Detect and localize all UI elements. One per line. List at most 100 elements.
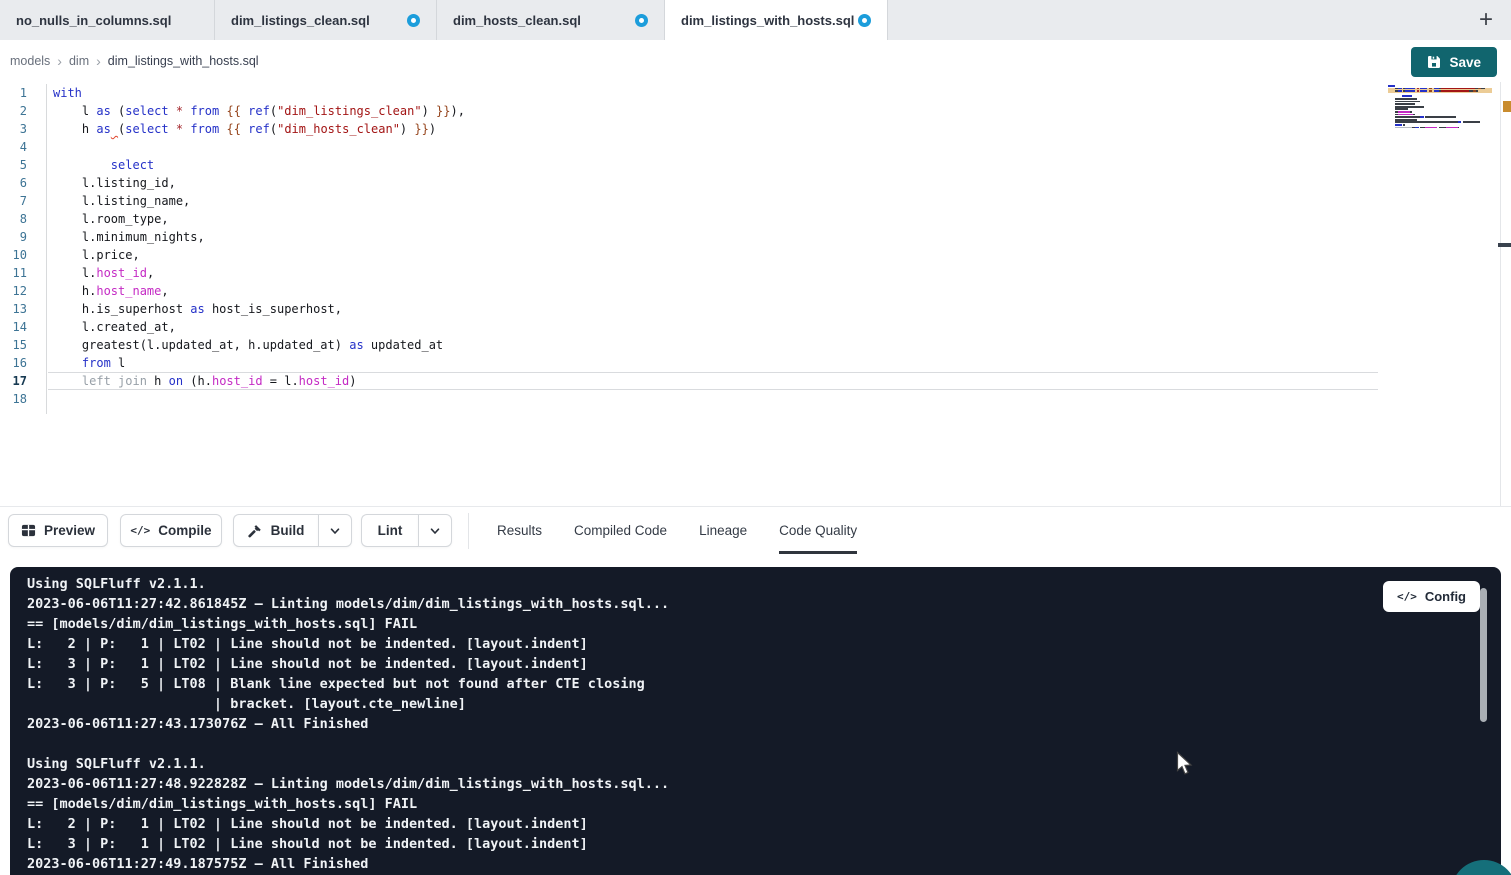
code-line[interactable]: l.created_at,	[53, 318, 1381, 336]
line-number: 8	[0, 210, 46, 228]
terminal-line: Using SQLFluff v2.1.1.	[27, 574, 1501, 594]
breadcrumb-chevron-icon: ›	[57, 53, 62, 69]
terminal-line: L: 3 | P: 1 | LT02 | Line should not be …	[27, 654, 1501, 674]
line-number: 18	[0, 390, 46, 408]
code-line[interactable]: h as (select * from {{ ref("dim_hosts_cl…	[53, 120, 1381, 138]
line-number: 12	[0, 282, 46, 300]
code-brackets-icon: </>	[1397, 590, 1417, 603]
file-tab[interactable]: dim_listings_clean.sql	[215, 0, 437, 40]
tab-label: dim_listings_with_hosts.sql	[681, 13, 854, 28]
breadcrumb-bar: models › dim › dim_listings_with_hosts.sql S…	[0, 40, 1511, 82]
save-button[interactable]: Save	[1411, 47, 1497, 77]
terminal-line: L: 3 | P: 5 | LT08 | Blank line expected…	[27, 674, 1501, 694]
line-number: 4	[0, 138, 46, 156]
code-brackets-icon: </>	[130, 524, 150, 537]
tab-label: dim_listings_clean.sql	[231, 13, 370, 28]
chevron-down-icon	[429, 525, 441, 537]
terminal-output: Using SQLFluff v2.1.1.2023-06-06T11:27:4…	[27, 574, 1501, 874]
line-number: 9	[0, 228, 46, 246]
toolbar-divider	[468, 513, 469, 549]
file-tab[interactable]: dim_listings_with_hosts.sql	[665, 0, 888, 40]
editor-scrollbar-thumb[interactable]	[1498, 243, 1511, 247]
results-tab-bar: Results Compiled Code Lineage Code Quality	[497, 507, 857, 554]
code-line[interactable]: from l	[53, 354, 1381, 372]
line-number-gutter: 123456789101112131415161718	[0, 84, 47, 414]
tab-label: no_nulls_in_columns.sql	[16, 13, 171, 28]
terminal-line: == [models/dim/dim_listings_with_hosts.s…	[27, 614, 1501, 634]
line-number: 16	[0, 354, 46, 372]
file-tab-bar: no_nulls_in_columns.sql dim_listings_clea…	[0, 0, 1511, 40]
terminal-line: Using SQLFluff v2.1.1.	[27, 754, 1501, 774]
breadcrumb-item[interactable]: models	[10, 54, 50, 68]
terminal-line: 2023-06-06T11:27:49.187575Z — All Finish…	[27, 854, 1501, 874]
build-label: Build	[271, 523, 305, 538]
code-line[interactable]: l.price,	[53, 246, 1381, 264]
code-line[interactable]	[53, 138, 1381, 156]
minimap-lines	[1388, 85, 1492, 132]
code-line[interactable]: l.room_type,	[53, 210, 1381, 228]
config-button[interactable]: </> Config	[1383, 581, 1480, 612]
code-line[interactable]: h.is_superhost as host_is_superhost,	[53, 300, 1381, 318]
modified-dot-icon	[635, 14, 648, 27]
build-button[interactable]: Build	[233, 514, 318, 547]
chevron-down-icon	[329, 525, 341, 537]
code-line[interactable]: left join h on (h.host_id = l.host_id)	[53, 372, 1381, 390]
terminal-scrollbar[interactable]	[1480, 588, 1487, 722]
tab-label: dim_hosts_clean.sql	[453, 13, 581, 28]
line-number: 6	[0, 174, 46, 192]
preview-grid-icon	[21, 523, 36, 538]
overview-ruler-error-marker	[1503, 101, 1511, 112]
file-tab[interactable]: dim_hosts_clean.sql	[437, 0, 665, 40]
lint-label: Lint	[378, 523, 403, 538]
code-line[interactable]: with	[53, 84, 1381, 102]
build-dropdown-button[interactable]	[318, 514, 352, 547]
code-editor[interactable]: 123456789101112131415161718 with l as (s…	[0, 82, 1511, 506]
terminal-line: 2023-06-06T11:27:48.922828Z — Linting mo…	[27, 774, 1501, 794]
terminal-line: 2023-06-06T11:27:43.173076Z — All Finish…	[27, 714, 1501, 734]
compile-button[interactable]: </> Compile	[120, 514, 222, 547]
code-line[interactable]: select	[53, 156, 1381, 174]
save-icon	[1427, 55, 1441, 69]
code-line[interactable]: l.listing_id,	[53, 174, 1381, 192]
modified-dot-icon	[407, 14, 420, 27]
code-line[interactable]: l as (select * from {{ ref("dim_listings…	[53, 102, 1381, 120]
modified-dot-icon	[858, 14, 871, 27]
line-number: 5	[0, 156, 46, 174]
tab-strip: no_nulls_in_columns.sql dim_listings_clea…	[0, 0, 888, 40]
tab-compiled-code[interactable]: Compiled Code	[574, 507, 667, 554]
overview-ruler-border	[1500, 82, 1501, 506]
terminal-line	[27, 734, 1501, 754]
code-area[interactable]: with l as (select * from {{ ref("dim_lis…	[53, 84, 1381, 408]
breadcrumb-item[interactable]: dim_listings_with_hosts.sql	[108, 54, 259, 68]
terminal-line: L: 2 | P: 1 | LT02 | Line should not be …	[27, 814, 1501, 834]
minimap[interactable]	[1388, 85, 1492, 145]
code-line[interactable]: l.minimum_nights,	[53, 228, 1381, 246]
line-number: 2	[0, 102, 46, 120]
file-tab[interactable]: no_nulls_in_columns.sql	[0, 0, 215, 40]
lint-dropdown-button[interactable]	[418, 514, 452, 547]
line-number: 1	[0, 84, 46, 102]
code-line[interactable]: l.listing_name,	[53, 192, 1381, 210]
terminal-line: L: 3 | P: 1 | LT02 | Line should not be …	[27, 834, 1501, 854]
tab-results[interactable]: Results	[497, 507, 542, 554]
terminal-line: L: 2 | P: 1 | LT02 | Line should not be …	[27, 634, 1501, 654]
breadcrumb-chevron-icon: ›	[96, 53, 101, 69]
tab-code-quality[interactable]: Code Quality	[779, 507, 857, 554]
lint-terminal-panel[interactable]: Using SQLFluff v2.1.1.2023-06-06T11:27:4…	[10, 567, 1501, 875]
new-tab-button[interactable]: +	[1469, 3, 1503, 37]
config-label: Config	[1425, 589, 1466, 604]
tab-lineage[interactable]: Lineage	[699, 507, 747, 554]
line-number: 15	[0, 336, 46, 354]
code-line[interactable]: greatest(l.updated_at, h.updated_at) as …	[53, 336, 1381, 354]
save-label: Save	[1449, 55, 1481, 70]
preview-button[interactable]: Preview	[8, 514, 108, 547]
breadcrumb-item[interactable]: dim	[69, 54, 89, 68]
code-line[interactable]: l.host_id,	[53, 264, 1381, 282]
lint-button[interactable]: Lint	[361, 514, 418, 547]
line-number: 13	[0, 300, 46, 318]
hammer-icon	[248, 523, 263, 538]
line-number: 3	[0, 120, 46, 138]
code-line[interactable]	[53, 390, 1381, 408]
line-number: 14	[0, 318, 46, 336]
code-line[interactable]: h.host_name,	[53, 282, 1381, 300]
